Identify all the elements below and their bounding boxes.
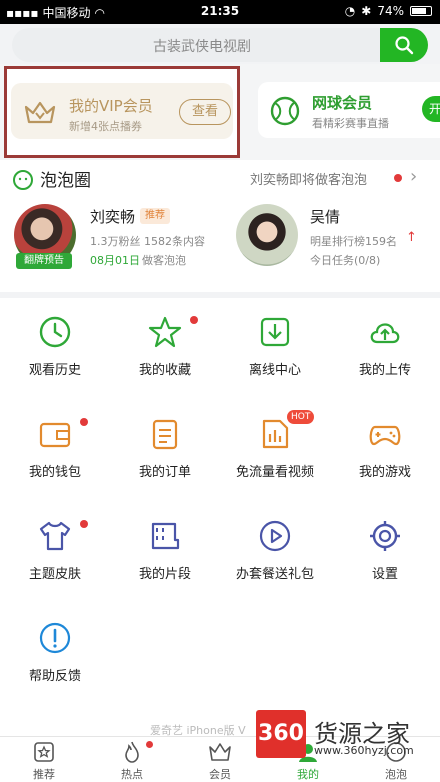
grid-item-favorites[interactable]: 我的收藏 xyxy=(110,298,220,398)
tab-label: 热点 xyxy=(121,768,143,781)
grid-item-wallet[interactable]: 我的钱包 xyxy=(0,400,110,500)
star-stats: 1.3万粉丝 1582条内容 xyxy=(90,235,205,248)
star-date: 08月01日 xyxy=(90,254,140,267)
tab-hot[interactable]: 热点 xyxy=(88,737,176,782)
search-input[interactable]: 古装武侠电视剧 xyxy=(12,36,392,56)
red-dot xyxy=(190,316,198,324)
grid-item-theme[interactable]: 主题皮肤 xyxy=(0,502,110,602)
bluetooth-icon: ✱ xyxy=(361,4,372,18)
search-bar[interactable]: 古装武侠电视剧 xyxy=(12,28,428,62)
grid-label: 我的片段 xyxy=(138,567,191,582)
tab-label: 会员 xyxy=(209,768,231,781)
tab-vip[interactable]: 会员 xyxy=(176,737,264,782)
grid-item-offline[interactable]: 离线中心 xyxy=(220,298,330,398)
history-clock-icon xyxy=(39,316,71,348)
badge-preview: 翻牌预告 xyxy=(16,253,72,269)
avatar[interactable] xyxy=(236,204,298,266)
grid-item-upload[interactable]: 我的上传 xyxy=(330,298,440,398)
search-button[interactable] xyxy=(380,28,428,62)
star-note: 做客泡泡 xyxy=(142,254,186,267)
member-cards: 我的VIP会员 新增4张点播券 查看 网球会员 看精彩赛事直播 开 xyxy=(0,64,440,160)
help-icon xyxy=(39,622,71,654)
pao-news[interactable]: 刘奕畅即将做客泡泡 xyxy=(250,169,367,188)
tennis-card[interactable]: 网球会员 看精彩赛事直播 开 xyxy=(258,82,440,138)
news-dot xyxy=(394,174,402,182)
tennis-icon xyxy=(270,96,300,126)
recommend-badge: 推荐 xyxy=(140,208,170,224)
grid-label: 主题皮肤 xyxy=(28,567,81,582)
function-grid: 观看历史 我的收藏 离线中心 我的上传 我的钱包 我的订单 HOT 免流量看视频… xyxy=(0,298,440,728)
rotation-lock-icon: ◔ xyxy=(344,4,356,18)
grid-label: 免流量看视频 xyxy=(235,465,314,480)
tab-recommend[interactable]: 推荐 xyxy=(0,737,88,782)
bubble-face-icon xyxy=(13,170,33,190)
grid-item-games[interactable]: 我的游戏 xyxy=(330,400,440,500)
search-icon xyxy=(395,36,414,55)
download-icon xyxy=(260,317,290,347)
grid-item-package[interactable]: 办套餐送礼包 xyxy=(220,502,330,602)
grid-item-orders[interactable]: 我的订单 xyxy=(110,400,220,500)
red-dot xyxy=(146,741,153,748)
film-clip-icon xyxy=(151,522,180,550)
watermark-url: www.360hyzj.com xyxy=(314,744,414,757)
grid-item-settings[interactable]: 设置 xyxy=(330,502,440,602)
battery-icon xyxy=(410,6,432,16)
star-task: 今日任务(0/8) xyxy=(310,254,381,267)
grid-item-clips[interactable]: 我的片段 xyxy=(110,502,220,602)
battery-percent: 74% xyxy=(377,4,404,18)
gamepad-icon xyxy=(369,425,401,446)
grid-item-free-data[interactable]: HOT 免流量看视频 xyxy=(220,400,330,500)
crown-icon xyxy=(24,101,56,124)
vip-subtitle: 新增4张点播券 xyxy=(69,120,142,133)
play-circle-icon xyxy=(259,520,291,552)
star-icon xyxy=(148,316,182,348)
grid-label: 我的收藏 xyxy=(138,363,191,378)
cloud-upload-icon xyxy=(370,323,400,344)
grid-label: 我的游戏 xyxy=(358,465,411,480)
crown-icon xyxy=(209,743,231,761)
tshirt-icon xyxy=(39,521,71,551)
vip-title: 我的VIP会员 xyxy=(69,97,153,115)
tennis-open-button[interactable]: 开 xyxy=(422,96,440,122)
star-rank: 明星排行榜159名 xyxy=(310,235,397,248)
tab-label: 我的 xyxy=(297,768,319,781)
grid-label: 办套餐送礼包 xyxy=(235,567,314,582)
hot-badge: HOT xyxy=(287,410,315,424)
grid-item-help[interactable]: 帮助反馈 xyxy=(0,604,110,704)
pao-section: 泡泡圈 刘奕畅即将做客泡泡 › 翻牌预告 刘奕畅 推荐 1.3万粉丝 1582条… xyxy=(0,160,440,292)
gear-icon xyxy=(370,521,400,551)
grid-label: 我的钱包 xyxy=(28,465,81,480)
grid-label: 设置 xyxy=(371,567,398,582)
order-icon xyxy=(152,419,178,450)
grid-label: 观看历史 xyxy=(28,363,81,378)
status-bar: ▪▪▪▪ 中国移动 ◠ 21:35 ◔ ✱ 74% xyxy=(0,0,440,24)
grid-label: 帮助反馈 xyxy=(28,669,81,684)
pao-title: 泡泡圈 xyxy=(40,171,91,191)
tennis-title: 网球会员 xyxy=(312,94,373,112)
star-name[interactable]: 吴倩 xyxy=(310,206,340,227)
star-name[interactable]: 刘奕畅 xyxy=(90,206,135,227)
star-box-icon xyxy=(34,742,54,762)
grid-label: 我的上传 xyxy=(358,363,411,378)
tennis-subtitle: 看精彩赛事直播 xyxy=(312,117,389,130)
grid-item-history[interactable]: 观看历史 xyxy=(0,298,110,398)
tab-label: 推荐 xyxy=(33,768,55,781)
red-dot xyxy=(80,520,88,528)
grid-label: 我的订单 xyxy=(138,465,191,480)
flame-icon xyxy=(125,741,139,763)
grid-label: 离线中心 xyxy=(248,363,301,378)
arrow-up-icon: ↑ xyxy=(406,230,417,245)
wallet-icon xyxy=(39,422,71,448)
tab-label: 泡泡 xyxy=(385,768,407,781)
vip-card[interactable]: 我的VIP会员 新增4张点播券 查看 xyxy=(4,66,240,158)
watermark-logo: 360 xyxy=(256,710,306,758)
chevron-right-icon[interactable]: › xyxy=(410,166,417,187)
watermark: 360 货源之家 www.360hyzj.com xyxy=(256,708,440,760)
red-dot xyxy=(80,418,88,426)
vip-view-button[interactable]: 查看 xyxy=(179,99,231,125)
